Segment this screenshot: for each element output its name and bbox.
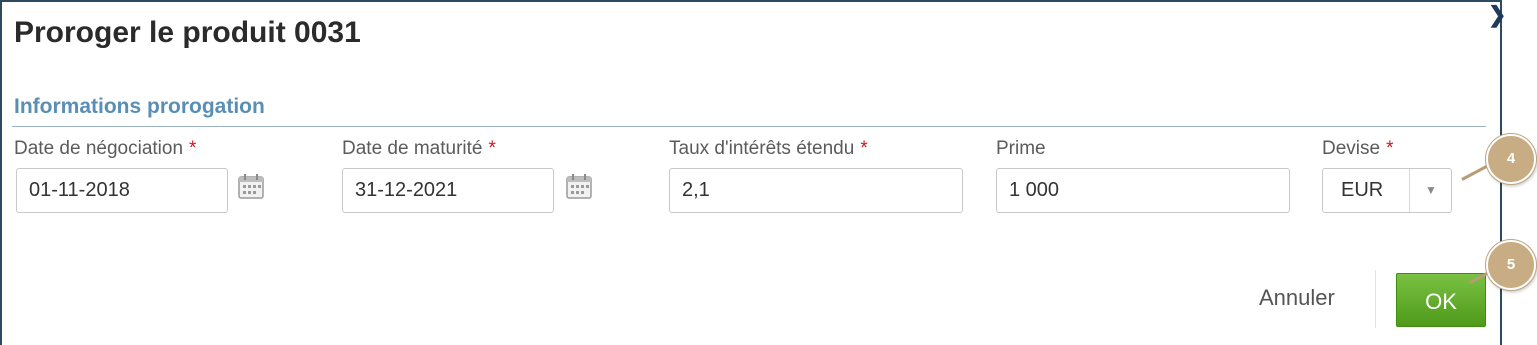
prime-input[interactable] <box>996 168 1290 213</box>
taux-label-text: Taux d'intérêts étendu <box>669 138 855 159</box>
page-title: Proroger le produit 0031 <box>14 16 361 49</box>
section-title: Informations prorogation <box>14 95 265 118</box>
date-negociation-input[interactable] <box>16 168 228 213</box>
cancel-button[interactable]: Annuler <box>1259 285 1335 311</box>
required-mark: * <box>1386 138 1394 159</box>
required-mark: * <box>860 138 868 159</box>
close-icon[interactable]: ❯ <box>1488 4 1506 26</box>
date-negociation-label-text: Date de négociation <box>14 138 184 159</box>
devise-label: Devise * <box>1322 138 1393 160</box>
action-separator <box>1375 270 1376 328</box>
prolongation-dialog: ❯ Proroger le produit 0031 Informations … <box>0 0 1506 345</box>
required-mark: * <box>189 138 197 159</box>
required-mark: * <box>488 138 496 159</box>
date-negociation-label: Date de négociation * <box>14 138 196 160</box>
date-maturite-label-text: Date de maturité <box>342 138 483 159</box>
taux-label: Taux d'intérêts étendu * <box>669 138 868 160</box>
callout-badge-5: 5 <box>1486 240 1536 290</box>
devise-label-text: Devise <box>1322 138 1381 159</box>
chevron-down-icon[interactable]: ▼ <box>1425 183 1437 197</box>
prime-label: Prime <box>996 138 1046 160</box>
devise-value: EUR <box>1341 179 1384 201</box>
callout-badge-4: 4 <box>1486 134 1536 184</box>
prime-label-text: Prime <box>996 138 1046 159</box>
date-maturite-input[interactable] <box>342 168 554 213</box>
select-divider <box>1409 169 1410 212</box>
calendar-icon[interactable] <box>237 172 265 200</box>
calendar-icon[interactable] <box>565 172 593 200</box>
section-divider <box>12 126 1486 127</box>
taux-input[interactable] <box>669 168 963 213</box>
date-maturite-label: Date de maturité * <box>342 138 496 160</box>
devise-select[interactable]: EUR ▼ <box>1322 168 1452 213</box>
